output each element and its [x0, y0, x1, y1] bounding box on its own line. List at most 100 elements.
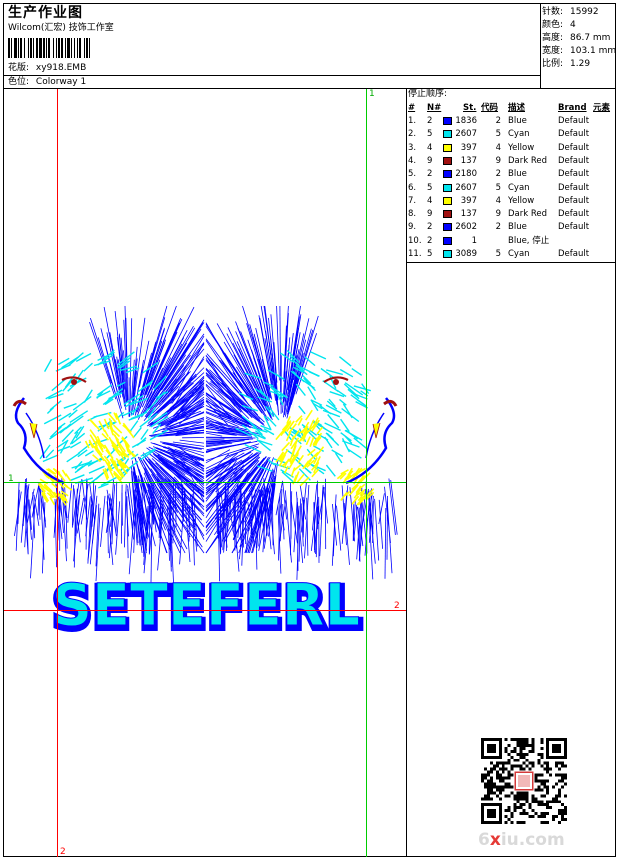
cell-brand: Default	[558, 209, 590, 220]
col-stitches: St.	[463, 103, 477, 113]
color-swatch	[443, 156, 452, 165]
cell-brand: Default	[558, 142, 590, 153]
stat-height: 高度: 86.7 mm	[542, 34, 610, 43]
stat-value: 86.7 mm	[570, 33, 611, 43]
stat-stitches: 针数: 15992	[542, 8, 599, 17]
col-brand: Brand	[558, 103, 587, 113]
cell-stitches: 3089	[455, 249, 477, 259]
table-divider	[406, 262, 616, 263]
cell-needle: 2	[427, 222, 433, 233]
guide-label-top: 1	[369, 89, 375, 99]
cell-needle: 2	[427, 235, 433, 246]
colorway-row: 色位: Colorway 1	[8, 78, 86, 87]
cell-brand: Default	[558, 195, 590, 206]
stat-scale: 比例: 1.29	[542, 60, 590, 69]
color-swatch	[443, 223, 452, 232]
cell-brand: Default	[558, 169, 590, 180]
color-swatch	[443, 170, 452, 179]
guide-label-left: 1	[8, 474, 14, 484]
stat-colors: 颜色: 4	[542, 21, 576, 30]
cell-description: Blue, 停止	[508, 235, 550, 246]
cell-stitches: 137	[460, 209, 477, 220]
colorway-name: Colorway 1	[35, 77, 87, 87]
design-file-name: xy918.EMB	[35, 63, 87, 73]
cell-brand: Default	[558, 129, 590, 140]
cell-needle: 5	[427, 129, 433, 140]
guide-horizontal-green	[4, 482, 406, 483]
cell-needle: 2	[427, 116, 433, 126]
color-swatch	[443, 143, 452, 152]
cell-description: Dark Red	[508, 209, 548, 220]
guide-vertical-green	[366, 89, 367, 857]
color-swatch	[443, 130, 452, 139]
cell-code: 2	[495, 222, 501, 233]
cell-needle: 4	[427, 142, 433, 153]
cell-index: 8.	[408, 209, 417, 220]
lettering-fill: SETEFERL	[52, 571, 360, 639]
design-file-row: 花版: xy918.EMB	[8, 64, 86, 73]
guide-vertical-red	[57, 89, 58, 857]
panel-divider	[406, 88, 407, 857]
cell-code: 2	[495, 169, 501, 180]
cell-description: Yellow	[508, 195, 535, 206]
stat-value: 15992	[570, 7, 599, 17]
cell-code: 4	[495, 142, 501, 153]
cell-code: 5	[495, 182, 501, 193]
color-swatch	[443, 250, 452, 258]
cell-needle: 5	[427, 182, 433, 193]
barcode	[8, 38, 90, 58]
cell-index: 10.	[408, 235, 422, 246]
cell-description: Cyan	[508, 249, 530, 259]
stat-label: 针数:	[542, 7, 564, 17]
cell-stitches: 397	[460, 142, 477, 153]
cell-description: Dark Red	[508, 155, 548, 166]
stat-value: 103.1 mm	[570, 46, 617, 56]
guide-label-right: 2	[394, 601, 400, 611]
stat-label: 比例:	[542, 59, 564, 69]
embroidery-design: SETEFERL SETEFERL	[12, 305, 398, 645]
watermark-post: iu.com	[500, 830, 565, 850]
cell-index: 6.	[408, 182, 417, 193]
cell-description: Cyan	[508, 182, 530, 193]
col-code: 代码	[481, 103, 499, 113]
design-file-label: 花版:	[8, 63, 30, 73]
cell-description: Blue	[508, 116, 527, 126]
cell-brand: Default	[558, 155, 590, 166]
cell-index: 4.	[408, 155, 417, 166]
guide-horizontal-red	[4, 610, 406, 611]
stats-divider	[540, 3, 541, 88]
cell-stitches: 397	[460, 195, 477, 206]
watermark-x: x	[489, 830, 501, 850]
cell-stitches: 137	[460, 155, 477, 166]
cell-description: Blue	[508, 169, 527, 180]
stat-value: 4	[570, 20, 576, 30]
color-swatch	[443, 196, 452, 205]
cell-index: 7.	[408, 195, 417, 206]
cell-code: 9	[495, 155, 501, 166]
cell-stitches: 1836	[455, 116, 477, 126]
cell-code: 2	[495, 116, 501, 126]
col-needle: N#	[427, 103, 442, 113]
cell-description: Blue	[508, 222, 527, 233]
cell-index: 11.	[408, 249, 422, 259]
cell-needle: 9	[427, 209, 433, 220]
colorway-label: 色位:	[8, 77, 30, 87]
cell-index: 3.	[408, 142, 417, 153]
site-watermark: 6xiu.com	[478, 830, 565, 850]
color-swatch	[443, 183, 452, 192]
col-index: #	[408, 103, 416, 113]
color-swatch	[443, 117, 452, 125]
watermark-pre: 6	[478, 830, 490, 850]
stat-label: 高度:	[542, 33, 564, 43]
lion-head-left	[12, 305, 205, 583]
lion-head-right	[205, 305, 398, 582]
cell-needle: 2	[427, 169, 433, 180]
col-description: 描述	[508, 103, 526, 113]
cell-stitches: 2607	[455, 129, 477, 140]
cell-index: 2.	[408, 129, 417, 140]
stat-width: 宽度: 103.1 mm	[542, 47, 616, 56]
cell-stitches: 2180	[455, 169, 477, 180]
guide-label-bottom: 2	[60, 847, 66, 857]
cell-needle: 4	[427, 195, 433, 206]
cell-description: Yellow	[508, 142, 535, 153]
